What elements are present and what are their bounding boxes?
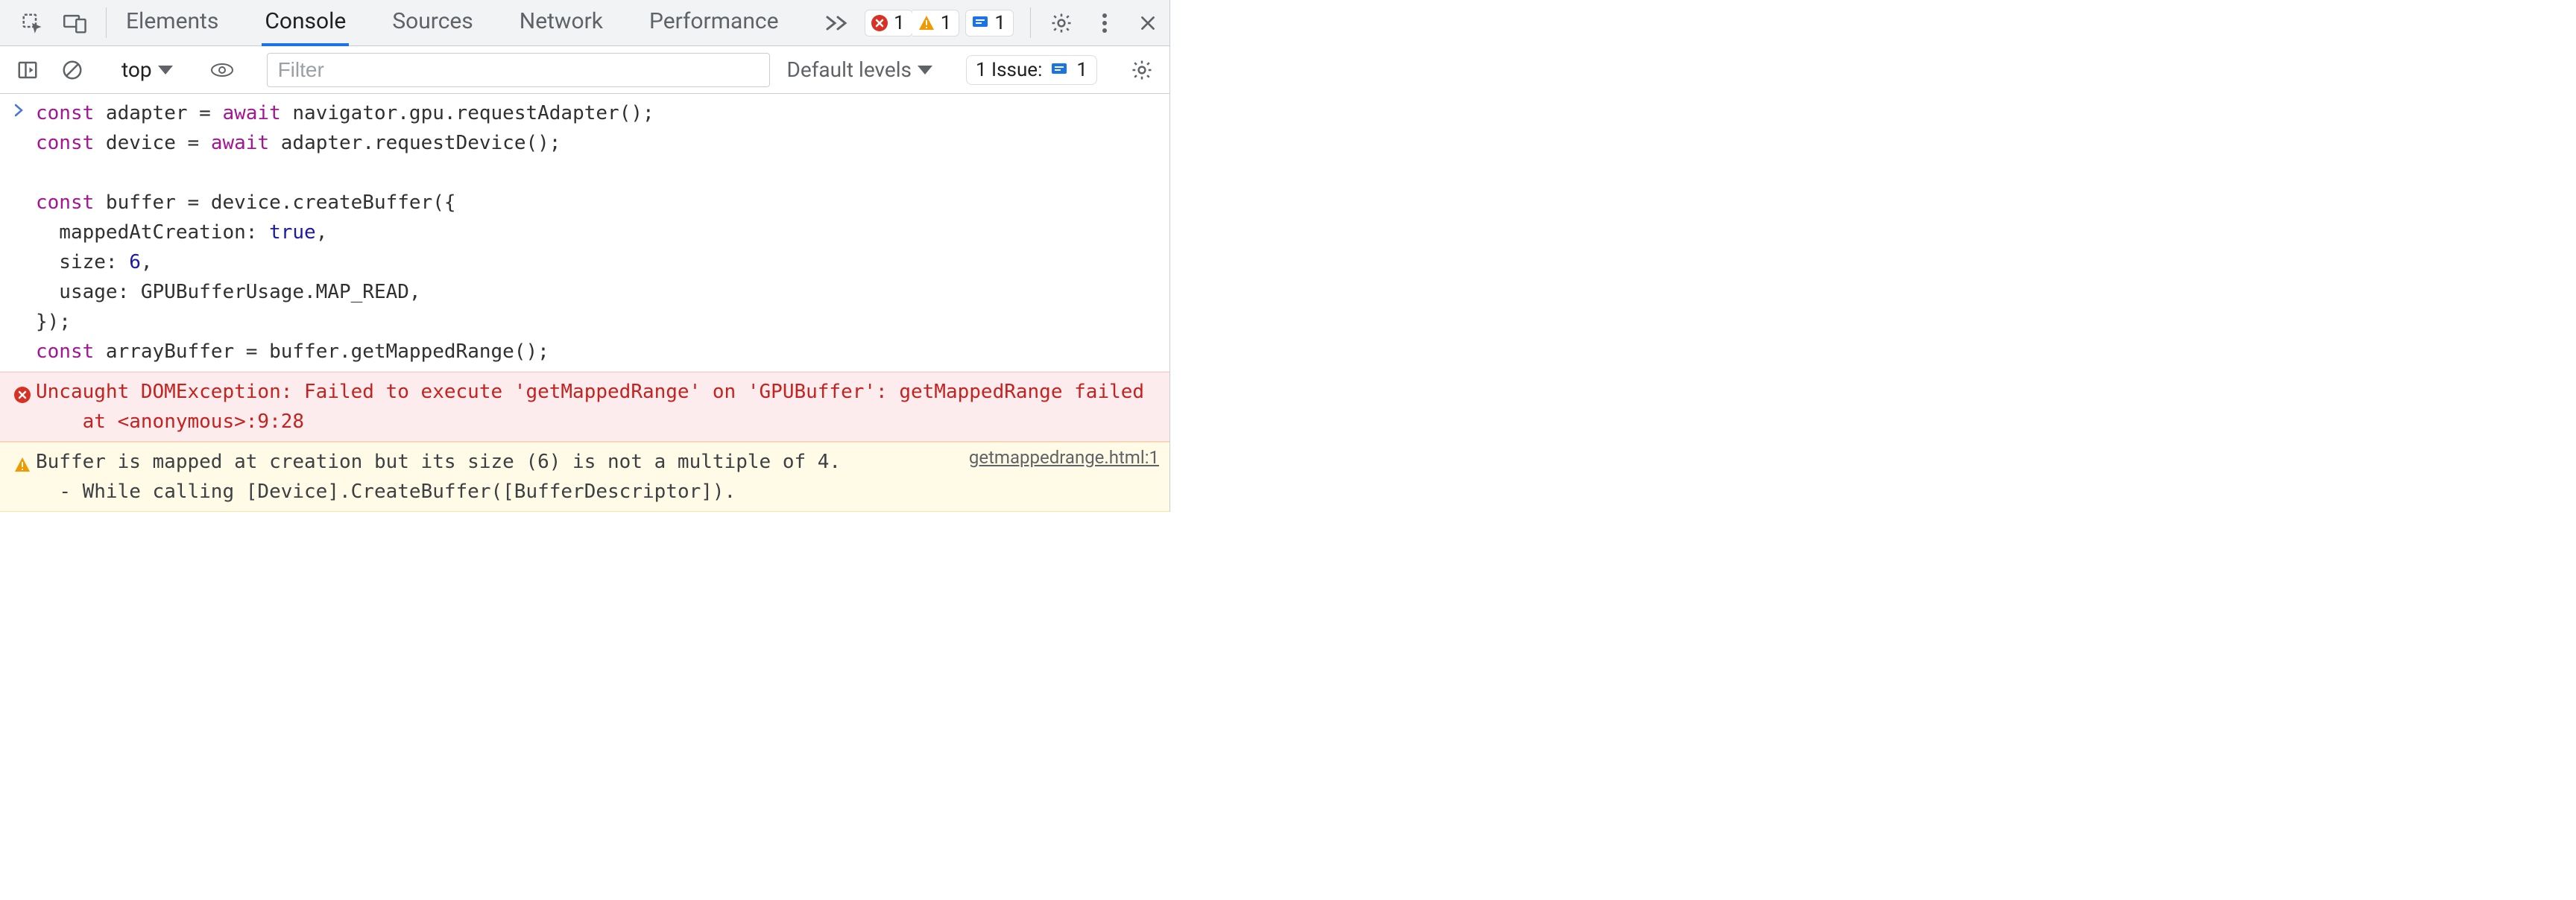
warning-count: 1 xyxy=(941,12,952,34)
console-warning-row[interactable]: Buffer is mapped at creation but its siz… xyxy=(0,442,1169,512)
live-expression-icon[interactable] xyxy=(205,53,239,87)
error-icon xyxy=(13,377,36,404)
close-icon[interactable] xyxy=(1126,0,1169,46)
warning-message: Buffer is mapped at creation but its siz… xyxy=(36,447,954,507)
issues-label: 1 Issue: xyxy=(976,59,1042,81)
tab-console[interactable]: Console xyxy=(262,0,349,46)
tab-label: Sources xyxy=(392,8,473,34)
info-counter[interactable]: 1 xyxy=(965,10,1014,37)
info-icon xyxy=(970,13,990,33)
devtools-tabbar: Elements Console Sources Network Perform… xyxy=(0,0,1169,46)
chevron-down-icon xyxy=(158,66,173,75)
more-tabs-icon[interactable] xyxy=(822,0,852,46)
tab-elements[interactable]: Elements xyxy=(123,0,221,46)
console-input-code: const adapter = await navigator.gpu.requ… xyxy=(36,98,1159,367)
filter-input[interactable] xyxy=(267,53,771,87)
error-message: Uncaught DOMException: Failed to execute… xyxy=(36,377,1159,437)
tab-performance[interactable]: Performance xyxy=(646,0,782,46)
info-icon xyxy=(1049,60,1069,80)
extension-panel xyxy=(1170,0,2576,512)
context-label: top xyxy=(121,57,152,82)
console-error-row[interactable]: Uncaught DOMException: Failed to execute… xyxy=(0,372,1169,442)
settings-icon[interactable] xyxy=(1040,0,1083,46)
log-level-select[interactable]: Default levels xyxy=(780,57,938,82)
issues-button[interactable]: 1 Issue: 1 xyxy=(966,55,1097,85)
error-count: 1 xyxy=(894,12,905,34)
execution-context-select[interactable]: top xyxy=(117,57,177,82)
error-icon xyxy=(870,13,889,33)
error-counter[interactable]: 1 xyxy=(865,10,913,37)
inspect-element-icon[interactable] xyxy=(10,0,54,46)
warning-icon xyxy=(917,13,936,33)
console-input-row[interactable]: const adapter = await navigator.gpu.requ… xyxy=(0,94,1169,372)
message-counters[interactable]: 1 1 1 xyxy=(865,0,1014,45)
device-toolbar-icon[interactable] xyxy=(54,0,97,46)
kebab-menu-icon[interactable] xyxy=(1083,0,1126,46)
tab-network[interactable]: Network xyxy=(517,0,606,46)
input-prompt-icon xyxy=(13,98,36,118)
clear-console-icon[interactable] xyxy=(55,53,89,87)
info-count: 1 xyxy=(994,12,1006,34)
levels-label: Default levels xyxy=(786,57,912,82)
console-settings-icon[interactable] xyxy=(1125,53,1159,87)
tab-label: Console xyxy=(265,8,346,34)
tab-sources[interactable]: Sources xyxy=(389,0,476,46)
tab-label: Elements xyxy=(126,8,218,34)
tab-label: Network xyxy=(520,8,603,34)
chevron-down-icon xyxy=(918,66,932,75)
tab-label: Performance xyxy=(649,8,779,34)
toggle-sidebar-icon[interactable] xyxy=(10,53,45,87)
console-toolbar: top Default levels 1 Issue: 1 xyxy=(0,46,1169,94)
warning-source-link[interactable]: getmappedrange.html:1 xyxy=(969,447,1159,468)
warning-counter[interactable]: 1 xyxy=(912,10,960,37)
console-body: const adapter = await navigator.gpu.requ… xyxy=(0,94,1169,512)
issues-count: 1 xyxy=(1076,59,1087,81)
warning-icon xyxy=(13,447,36,474)
